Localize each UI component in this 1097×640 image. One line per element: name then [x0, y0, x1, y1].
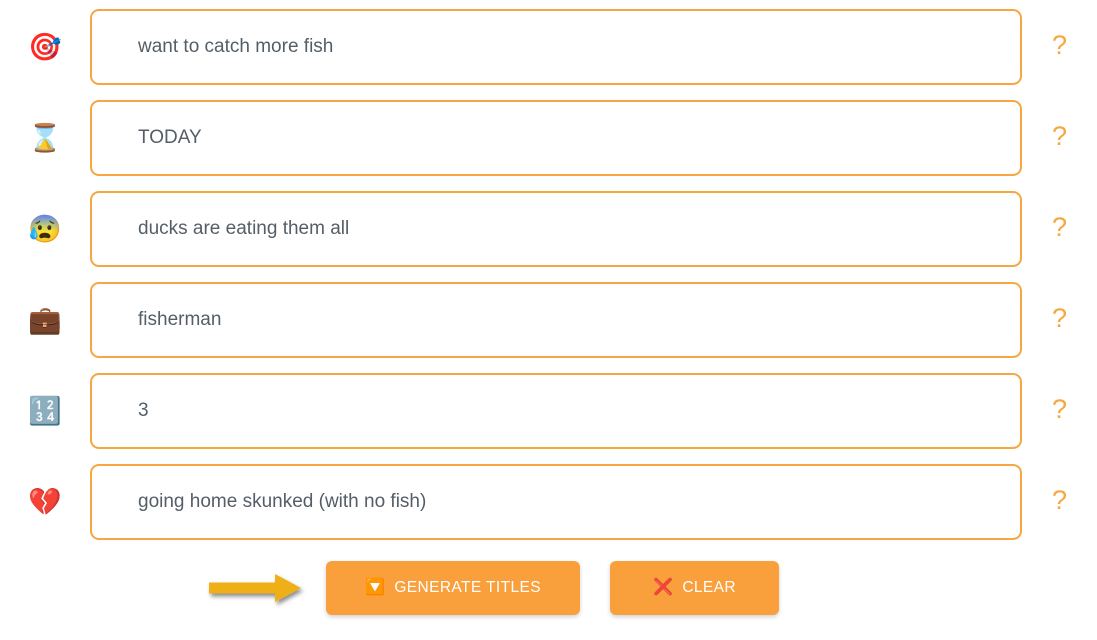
title-generator-page: 🎯 ? ⌛ ? 😰 ? 💼 ? — [0, 0, 1097, 640]
number-input[interactable] — [90, 373, 1022, 449]
field-wrapper — [90, 282, 1022, 358]
broken-heart-icon: 💔 — [28, 486, 62, 517]
clear-label: CLEAR — [682, 579, 736, 596]
field-wrapper — [90, 100, 1022, 176]
problem-input[interactable] — [90, 191, 1022, 267]
form-row: 💼 ? — [0, 282, 1097, 358]
form-row: 💔 ? — [0, 464, 1097, 540]
generate-titles-button[interactable]: 🔽 GENERATE TITLES — [326, 561, 580, 615]
form-row: 🔢 ? — [0, 373, 1097, 449]
anxious-face-with-sweat-icon: 😰 — [28, 213, 62, 244]
form-row: 🎯 ? — [0, 9, 1097, 85]
help-icon-goal[interactable]: ? — [1022, 30, 1097, 64]
help-icon-pain-point[interactable]: ? — [1022, 485, 1097, 519]
form-row: ⌛ ? — [0, 100, 1097, 176]
input-numbers-icon: 🔢 — [28, 395, 62, 426]
field-wrapper — [90, 373, 1022, 449]
goal-input[interactable] — [90, 9, 1022, 85]
down-arrow-blue-icon: 🔽 — [364, 579, 386, 596]
briefcase-icon: 💼 — [28, 304, 62, 335]
help-icon-problem[interactable]: ? — [1022, 212, 1097, 246]
pain-point-input[interactable] — [90, 464, 1022, 540]
pointer-arrow-to-generate-button — [205, 568, 315, 608]
help-icon-timeframe[interactable]: ? — [1022, 121, 1097, 155]
help-icon-audience[interactable]: ? — [1022, 303, 1097, 337]
action-button-bar: 🔽 GENERATE TITLES ❌ CLEAR — [0, 555, 1097, 621]
help-icon-number[interactable]: ? — [1022, 394, 1097, 428]
field-wrapper — [90, 464, 1022, 540]
cross-mark-icon: ❌ — [652, 579, 674, 596]
clear-button[interactable]: ❌ CLEAR — [610, 561, 779, 615]
audience-input[interactable] — [90, 282, 1022, 358]
target-dart-icon: 🎯 — [28, 31, 62, 62]
field-wrapper — [90, 191, 1022, 267]
form-row: 😰 ? — [0, 191, 1097, 267]
field-wrapper — [90, 9, 1022, 85]
input-rows: 🎯 ? ⌛ ? 😰 ? 💼 ? — [0, 0, 1097, 540]
generate-titles-label: GENERATE TITLES — [394, 579, 541, 596]
hourglass-icon: ⌛ — [28, 122, 62, 153]
timeframe-input[interactable] — [90, 100, 1022, 176]
